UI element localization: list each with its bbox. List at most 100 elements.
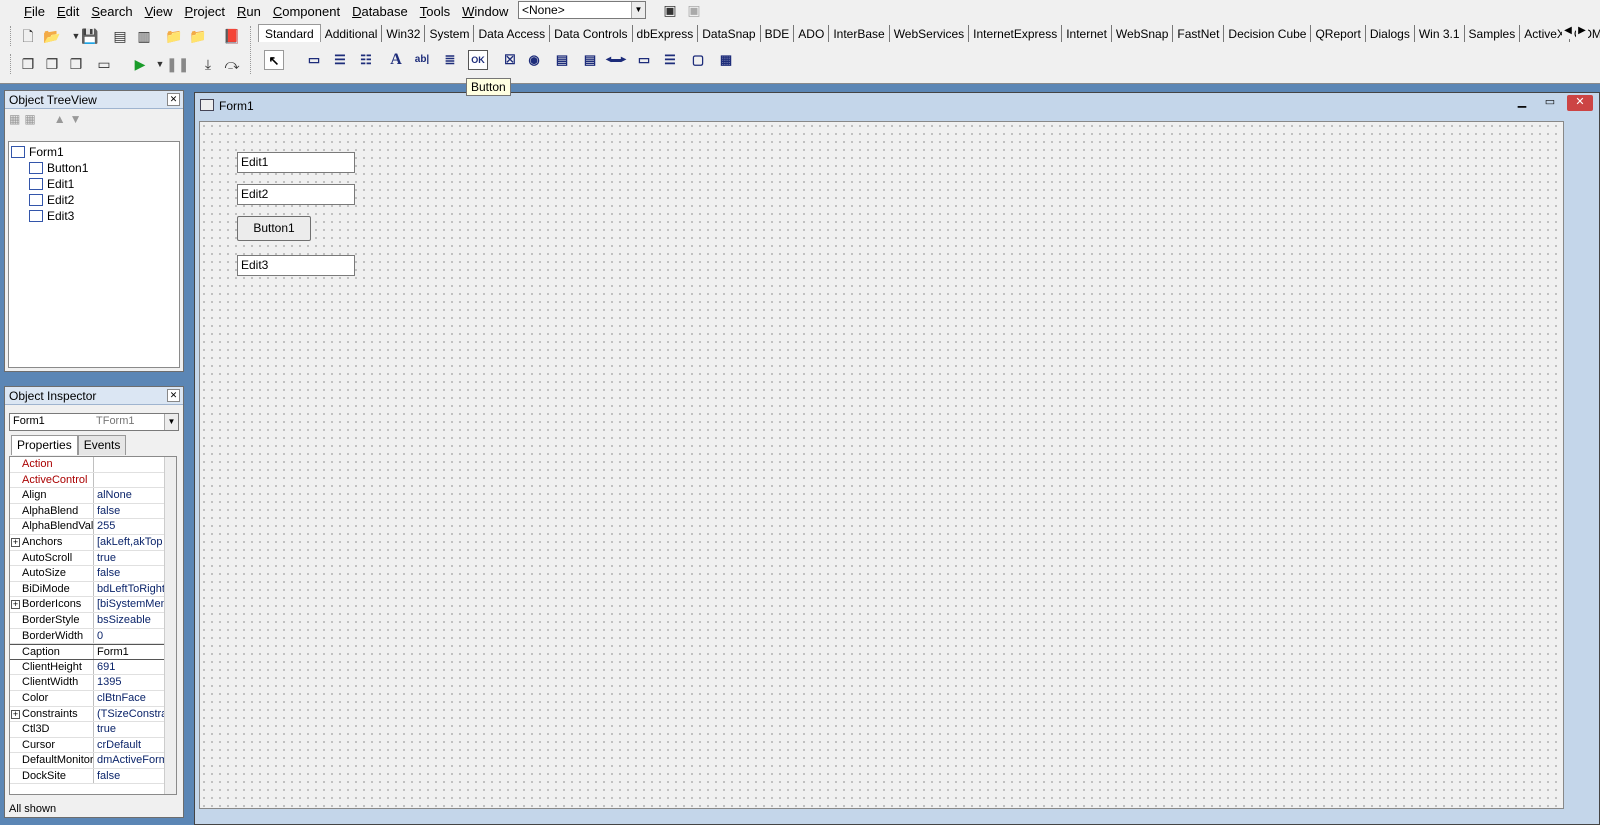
palette-tab-internet[interactable]: Internet xyxy=(1062,25,1112,42)
label-icon[interactable]: A xyxy=(386,50,406,70)
edit-icon[interactable]: ab| xyxy=(412,50,432,70)
menu-run[interactable]: Run xyxy=(231,2,267,22)
expand-icon[interactable]: + xyxy=(11,709,20,719)
scrollbar-icon[interactable]: ◂▬▸ xyxy=(606,50,626,70)
action-list-icon[interactable]: ▦ xyxy=(716,50,736,70)
open-project-icon[interactable]: ▥ xyxy=(134,26,154,46)
palette-tab-standard[interactable]: Standard xyxy=(258,24,321,42)
palette-tab-dbexpress[interactable]: dbExpress xyxy=(633,25,699,42)
help-book-icon[interactable]: 📕 xyxy=(222,26,242,46)
tab-properties[interactable]: Properties xyxy=(11,435,78,455)
remove-from-project-icon[interactable]: 📁 xyxy=(188,26,208,46)
pause-icon[interactable]: ❚❚ xyxy=(166,54,189,74)
pointer-arrow-icon[interactable]: ↖ xyxy=(264,50,284,70)
frame-icon[interactable]: ▭ xyxy=(304,50,324,70)
form-client-area[interactable]: Edit1 Edit2 Button1 Edit3 xyxy=(199,121,1564,809)
new-file-icon[interactable]: 🗋 xyxy=(18,26,38,46)
view-unit-icon[interactable]: ❐ xyxy=(18,54,38,74)
menu-window[interactable]: Window xyxy=(456,2,514,22)
tree-node-edit3[interactable]: Edit3 xyxy=(11,208,177,224)
palette-tab-bde[interactable]: BDE xyxy=(761,25,795,42)
property-row[interactable]: DockSite false xyxy=(10,768,176,785)
property-row[interactable]: + BorderIcons [biSystemMen xyxy=(10,597,176,613)
palette-scroll-right-icon[interactable]: ▶ xyxy=(1576,25,1588,39)
groupbox-icon[interactable]: ▭ xyxy=(634,50,654,70)
save-all-icon[interactable]: ▤ xyxy=(110,26,130,46)
edit1-control[interactable]: Edit1 xyxy=(237,152,355,173)
popup-menu-icon[interactable]: ☷ xyxy=(356,50,376,70)
view-form-icon[interactable]: ❐ xyxy=(42,54,62,74)
menu-component[interactable]: Component xyxy=(267,2,346,22)
desktop-config-combo[interactable]: <None> ▼ xyxy=(518,1,646,19)
toolbar-grip[interactable] xyxy=(10,26,13,46)
tree-node-edit1[interactable]: Edit1 xyxy=(11,176,177,192)
minimize-icon[interactable]: ▁ xyxy=(1509,95,1535,111)
menu-edit[interactable]: Edit xyxy=(51,2,85,22)
palette-tab-system[interactable]: System xyxy=(425,25,475,42)
expand-icon[interactable]: + xyxy=(11,600,20,610)
tree-node-form1[interactable]: Form1 xyxy=(11,144,177,160)
menu-search[interactable]: Search xyxy=(85,2,138,22)
palette-tab-decision-cube[interactable]: Decision Cube xyxy=(1224,25,1312,42)
step-over-icon[interactable]: ⤼ xyxy=(222,54,242,74)
property-row[interactable]: Caption Form1 xyxy=(10,644,176,660)
palette-tab-internetexpress[interactable]: InternetExpress xyxy=(969,25,1063,42)
palette-tab-websnap[interactable]: WebSnap xyxy=(1112,25,1174,42)
palette-tab-additional[interactable]: Additional xyxy=(321,25,383,42)
property-row[interactable]: AutoScroll true xyxy=(10,550,176,567)
radiogroup-icon[interactable]: ☰ xyxy=(660,50,680,70)
chevron-down-icon[interactable]: ▼ xyxy=(164,414,178,430)
property-row[interactable]: Align alNone xyxy=(10,488,176,504)
property-row[interactable]: ClientHeight 691 xyxy=(10,659,176,676)
property-row[interactable]: BorderWidth 0 xyxy=(10,628,176,645)
trace-into-icon[interactable]: ⤓ xyxy=(198,54,218,74)
menu-view[interactable]: View xyxy=(139,2,179,22)
palette-scroll-left-icon[interactable]: ◀ xyxy=(1562,25,1574,39)
property-row[interactable]: AutoSize false xyxy=(10,566,176,582)
property-row[interactable]: Action xyxy=(10,457,176,473)
menu-file[interactable]: File xyxy=(18,2,51,22)
property-row[interactable]: Color clBtnFace xyxy=(10,690,176,707)
radio-button-icon[interactable]: ◉ xyxy=(524,50,544,70)
treeview-tree[interactable]: Form1 Button1 Edit1 Edit2 Edit3 xyxy=(8,141,180,368)
property-row[interactable]: AlphaBlendValu 255 xyxy=(10,519,176,535)
tree-node-button1[interactable]: Button1 xyxy=(11,160,177,176)
palette-tab-data-access[interactable]: Data Access xyxy=(474,25,551,42)
delete-item-icon[interactable]: ▦ xyxy=(24,112,35,128)
edit2-control[interactable]: Edit2 xyxy=(237,184,355,205)
form-window-icon[interactable] xyxy=(200,99,214,111)
palette-tab-win32[interactable]: Win32 xyxy=(382,25,426,42)
property-row[interactable]: + Constraints (TSizeConstra xyxy=(10,706,176,723)
close-icon[interactable]: ✕ xyxy=(1567,95,1593,111)
panel-icon[interactable]: ▢ xyxy=(688,50,708,70)
palette-tab-webservices[interactable]: WebServices xyxy=(890,25,970,42)
arrow-up-icon[interactable]: ▲ xyxy=(54,112,66,128)
add-to-project-icon[interactable]: 📁 xyxy=(164,26,184,46)
new-item-icon[interactable]: ▦ xyxy=(9,112,20,128)
palette-tab-datasnap[interactable]: DataSnap xyxy=(698,25,761,42)
property-row[interactable]: DefaultMonitor dmActiveForm xyxy=(10,753,176,769)
palette-tab-fastnet[interactable]: FastNet xyxy=(1173,25,1225,42)
property-row[interactable]: AlphaBlend false xyxy=(10,503,176,520)
checkbox-icon[interactable]: ☒ xyxy=(500,50,520,70)
expand-icon[interactable]: + xyxy=(11,537,20,547)
palette-grip[interactable] xyxy=(250,26,253,74)
property-row[interactable]: ClientWidth 1395 xyxy=(10,675,176,691)
palette-tab-dialogs[interactable]: Dialogs xyxy=(1366,25,1415,42)
property-row[interactable]: Cursor crDefault xyxy=(10,737,176,754)
combobox-icon[interactable]: ▤ xyxy=(580,50,600,70)
tab-events[interactable]: Events xyxy=(77,435,127,455)
property-row[interactable]: ActiveControl xyxy=(10,472,176,489)
palette-tab-data-controls[interactable]: Data Controls xyxy=(550,25,633,42)
edit3-control[interactable]: Edit3 xyxy=(237,255,355,276)
set-debug-desktop-icon[interactable]: ▣ xyxy=(684,0,704,20)
memo-icon[interactable]: ≣ xyxy=(440,50,460,70)
main-menu-icon[interactable]: ☰ xyxy=(330,50,350,70)
palette-tab-qreport[interactable]: QReport xyxy=(1311,25,1366,42)
palette-tab-samples[interactable]: Samples xyxy=(1465,25,1521,42)
toggle-form-unit-icon[interactable]: ❐ xyxy=(66,54,86,74)
chevron-down-icon[interactable]: ▼ xyxy=(631,2,645,18)
listbox-icon[interactable]: ▤ xyxy=(552,50,572,70)
palette-tab-win31[interactable]: Win 3.1 xyxy=(1415,25,1465,42)
close-icon[interactable]: ✕ xyxy=(167,93,180,106)
